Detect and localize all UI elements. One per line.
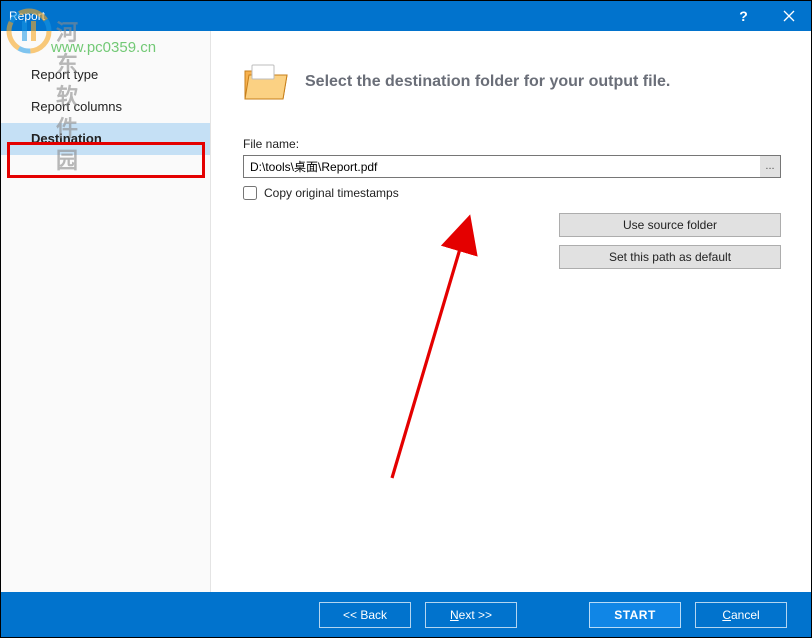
wizard-footer: << Back Next >> START Cancel [1,592,811,637]
folder-icon [243,61,289,103]
sidebar-item-report-columns[interactable]: Report columns [1,91,210,123]
close-icon [783,10,795,22]
cancel-button[interactable]: Cancel [695,602,787,628]
use-source-folder-button[interactable]: Use source folder [559,213,781,237]
set-path-default-button[interactable]: Set this path as default [559,245,781,269]
sidebar-item-label: Report type [31,67,98,82]
cancel-mnemonic: C [722,608,731,622]
main-panel: Select the destination folder for your o… [211,31,811,592]
file-path-row: ... [243,155,781,178]
window-title: Report [9,9,45,23]
content-area: Report type Report columns Destination S… [1,31,811,592]
next-mnemonic: N [450,608,459,622]
browse-button[interactable]: ... [760,156,780,177]
close-button[interactable] [766,1,811,31]
file-path-input[interactable] [243,155,781,178]
start-button[interactable]: START [589,602,681,628]
copy-timestamps-checkbox[interactable] [243,186,257,200]
sidebar-item-report-type[interactable]: Report type [1,59,210,91]
back-button[interactable]: << Back [319,602,411,628]
help-button[interactable]: ? [721,1,766,31]
panel-heading: Select the destination folder for your o… [305,73,670,91]
path-buttons-group: Use source folder Set this path as defau… [559,213,781,269]
panel-header: Select the destination folder for your o… [243,61,781,103]
copy-timestamps-row[interactable]: Copy original timestamps [243,186,781,200]
copy-timestamps-label: Copy original timestamps [264,186,399,200]
file-name-label: File name: [243,137,781,151]
next-button[interactable]: Next >> [425,602,517,628]
sidebar-item-label: Report columns [31,99,122,114]
sidebar-item-destination[interactable]: Destination [1,123,210,155]
sidebar-item-label: Destination [31,131,102,146]
title-bar: Report ? [1,1,811,31]
wizard-sidebar: Report type Report columns Destination [1,31,211,592]
